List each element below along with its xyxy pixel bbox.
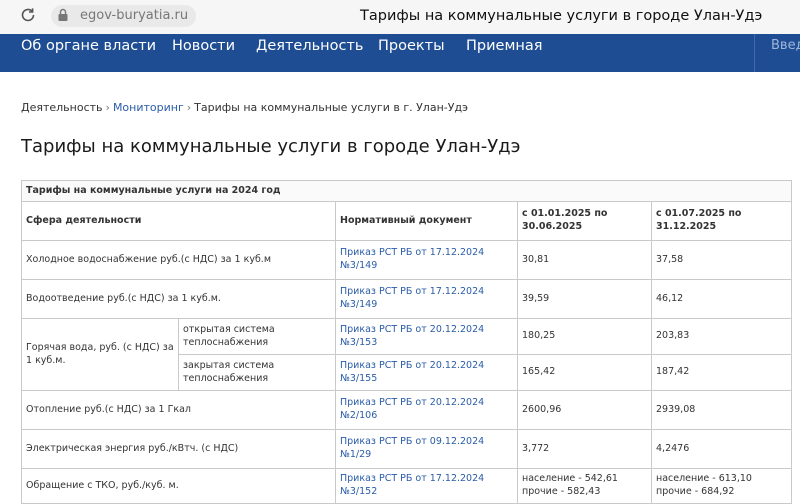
- row-subtype-closed: закрытая система теплоснабжения: [178, 354, 336, 391]
- row-value-period-1: 2600,96: [517, 390, 652, 430]
- reload-icon[interactable]: [19, 6, 37, 24]
- row-doc-link[interactable]: Приказ РСТ РБ от 17.12.2024 №3/149: [335, 240, 518, 280]
- tko-other-value: прочие - 582,43: [522, 486, 601, 497]
- nav-item-activity[interactable]: Деятельность: [256, 38, 363, 54]
- row-value-period-1: 3,772: [517, 429, 652, 469]
- row-value-period-2: 4,2476: [651, 429, 792, 469]
- nav-divider: [754, 34, 755, 72]
- tko-other-value: прочие - 684,92: [656, 486, 735, 497]
- row-value-period-1: 39,59: [517, 279, 652, 319]
- row-name-tko: Обращение с ТКО, руб./куб. м.: [21, 468, 336, 504]
- tko-population-value: население - 613,10: [656, 473, 752, 485]
- row-doc-link[interactable]: Приказ РСТ РБ от 20.12.2024 №2/106: [335, 390, 518, 430]
- tko-population-value: население - 542,61: [522, 473, 618, 485]
- breadcrumb-separator: ›: [105, 101, 110, 114]
- header-period-1: с 01.01.2025 по 30.06.2025: [517, 201, 652, 241]
- row-value-period-1: 180,25: [517, 318, 652, 355]
- row-name-cold-water: Холодное водоснабжение руб.(с НДС) за 1 …: [21, 240, 336, 280]
- table-row: Отопление руб.(с НДС) за 1 Гкал Приказ Р…: [21, 390, 792, 430]
- browser-toolbar: egov-buryatia.ru Тарифы на коммунальные …: [0, 0, 800, 35]
- table-row: Электрическая энергия руб./кВтч. (с НДС)…: [21, 429, 792, 469]
- url-text[interactable]: egov-buryatia.ru: [80, 8, 188, 23]
- nav-item-news[interactable]: Новости: [172, 38, 235, 54]
- table-row: Холодное водоснабжение руб.(с НДС) за 1 …: [21, 240, 792, 280]
- table-caption: Тарифы на коммунальные услуги на 2024 го…: [21, 180, 792, 202]
- nav-item-about[interactable]: Об органе власти: [21, 38, 156, 54]
- row-value-period-1: 165,42: [517, 354, 652, 391]
- breadcrumb-item-activity[interactable]: Деятельность: [21, 101, 103, 114]
- row-value-period-2: 187,42: [651, 354, 792, 391]
- tariff-table-container: Тарифы на коммунальные услуги на 2024 го…: [21, 180, 792, 504]
- breadcrumb-item-monitoring[interactable]: Мониторинг: [113, 101, 184, 114]
- row-value-period-2: 203,83: [651, 318, 792, 355]
- table-header-row: Сфера деятельности Нормативный документ …: [21, 201, 792, 241]
- row-subtype-open: открытая система теплоснабжения: [178, 318, 336, 355]
- row-name-hot-water: Горячая вода, руб. (с НДС) за 1 куб.м.: [21, 318, 179, 391]
- header-period-2: с 01.07.2025 по 31.12.2025: [651, 201, 792, 241]
- row-doc-link[interactable]: Приказ РСТ РБ от 09.12.2024 №1/29: [335, 429, 518, 469]
- tariff-table: Тарифы на коммунальные услуги на 2024 го…: [21, 180, 792, 504]
- row-value-period-2: 37,58: [651, 240, 792, 280]
- nav-item-reception[interactable]: Приемная: [466, 38, 542, 54]
- breadcrumb-separator: ›: [186, 101, 192, 114]
- breadcrumb-current: Тарифы на коммунальные услуги в г. Улан-…: [194, 101, 469, 114]
- table-row: Горячая вода, руб. (с НДС) за 1 куб.м. о…: [21, 318, 792, 391]
- header-document: Нормативный документ: [335, 201, 518, 241]
- row-doc-link[interactable]: Приказ РСТ РБ от 20.12.2024 №3/155: [335, 354, 518, 391]
- row-doc-link[interactable]: Приказ РСТ РБ от 17.12.2024 №3/152: [335, 468, 518, 504]
- header-sphere: Сфера деятельности: [21, 201, 336, 241]
- row-value-period-1: население - 542,61 прочие - 582,43: [517, 468, 652, 504]
- table-row: Обращение с ТКО, руб./куб. м. Приказ РСТ…: [21, 468, 792, 504]
- nav-search-partial[interactable]: Введ: [771, 38, 800, 53]
- lock-icon: [58, 8, 68, 21]
- row-name-electricity: Электрическая энергия руб./кВтч. (с НДС): [21, 429, 336, 469]
- breadcrumb: Деятельность › Мониторинг › Тарифы на коммун…: [21, 101, 468, 114]
- row-value-period-2: население - 613,10 прочие - 684,92: [651, 468, 792, 504]
- row-name-heating: Отопление руб.(с НДС) за 1 Гкал: [21, 390, 336, 430]
- row-value-period-2: 46,12: [651, 279, 792, 319]
- row-name-sewage: Водоотведение руб.(с НДС) за 1 куб.м.: [21, 279, 336, 319]
- nav-item-projects[interactable]: Проекты: [378, 38, 445, 54]
- row-doc-link[interactable]: Приказ РСТ РБ от 17.12.2024 №3/149: [335, 279, 518, 319]
- page-title: Тарифы на коммунальные услуги в городе У…: [21, 136, 521, 157]
- browser-page-title: Тарифы на коммунальные услуги в городе У…: [360, 8, 763, 24]
- site-nav: Об органе власти Новости Деятельность Пр…: [0, 34, 800, 72]
- row-doc-link[interactable]: Приказ РСТ РБ от 20.12.2024 №3/153: [335, 318, 518, 355]
- row-value-period-1: 30,81: [517, 240, 652, 280]
- row-value-period-2: 2939,08: [651, 390, 792, 430]
- table-row: Водоотведение руб.(с НДС) за 1 куб.м. Пр…: [21, 279, 792, 319]
